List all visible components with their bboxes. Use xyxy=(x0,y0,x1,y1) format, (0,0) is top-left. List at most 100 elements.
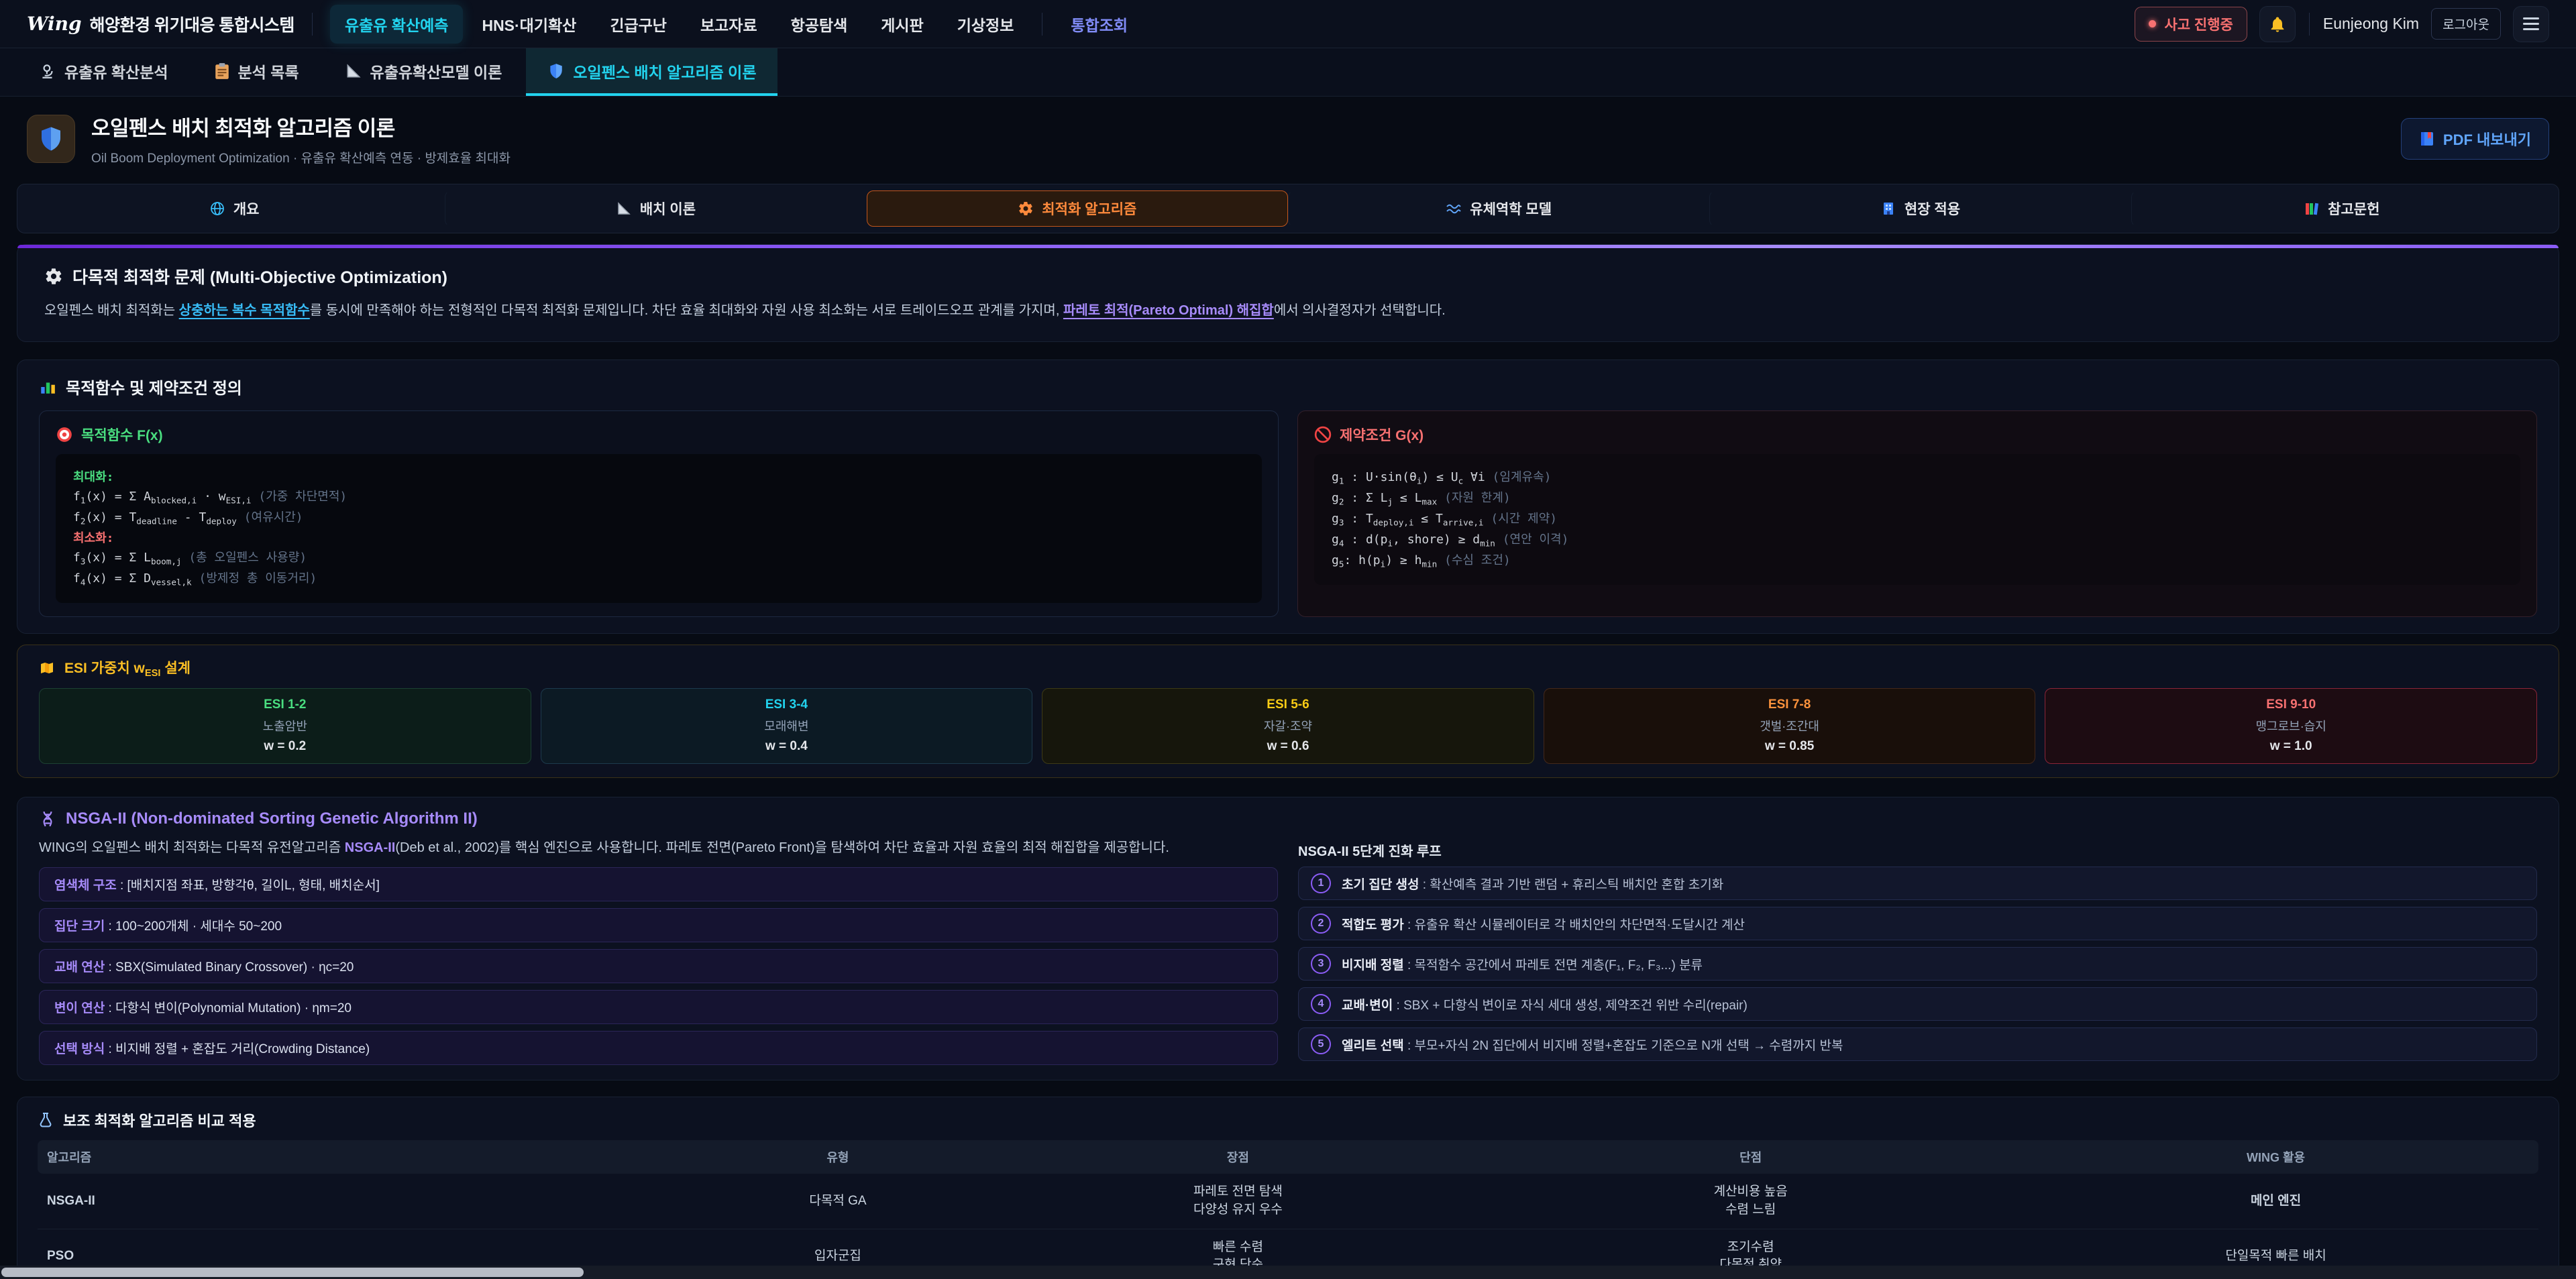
highlight-pareto-optimal: 파레토 최적(Pareto Optimal) 해집합 xyxy=(1063,303,1274,318)
formula-g2: g2 : Σ Lj ≤ Lmax (자원 한계) xyxy=(1332,488,2503,509)
esi-card-1-2: ESI 1-2 노출암반 w = 0.2 xyxy=(39,688,531,764)
esi-range: ESI 5-6 xyxy=(1048,698,1528,712)
nav-item-reports[interactable]: 보고자료 xyxy=(686,5,772,44)
section-tab-deployment-theory[interactable]: 배치 이론 xyxy=(445,190,866,227)
page-title: 오일펜스 배치 최적화 알고리즘 이론 xyxy=(91,111,511,142)
algorithm-cons: 계산비용 높음수렴 느림 xyxy=(1488,1174,2013,1229)
shield-icon xyxy=(547,62,565,80)
section-body: 오일펜스 배치 최적화는 상충하는 복수 목적함수를 동시에 만족해야 하는 전… xyxy=(44,300,2532,321)
algorithm-type: 다목적 GA xyxy=(688,1174,987,1229)
logout-button[interactable]: 로그아웃 xyxy=(2431,8,2501,40)
nsga-step-3: 3 비지배 정렬 : 목적함수 공간에서 파레토 전면 계층(F₁, F₂, F… xyxy=(1298,947,2537,981)
horizontal-scrollbar-thumb[interactable] xyxy=(1,1268,584,1277)
top-navigation-bar: Wing 해양환경 위기대응 통합시스템 유출유 확산예측 HNS·대기확산 긴… xyxy=(0,0,2576,48)
page-subtitle: Oil Boom Deployment Optimization · 유출유 확… xyxy=(91,148,511,166)
tab-boom-algorithm-theory[interactable]: 오일펜스 배치 알고리즘 이론 xyxy=(526,48,777,96)
esi-weight: w = 0.6 xyxy=(1048,739,1528,754)
nav-item-oil-spill-prediction[interactable]: 유출유 확산예측 xyxy=(330,5,464,44)
no-entry-icon xyxy=(1314,426,1332,443)
section-heading: 다목적 최적화 문제 (Multi-Objective Optimization… xyxy=(44,264,2532,288)
section-tab-optimization-algorithm[interactable]: 최적화 알고리즘 xyxy=(867,190,1288,227)
nsga-step-1: 1 초기 집단 생성 : 확산예측 결과 기반 랜덤 + 휴리스틱 배치안 혼합… xyxy=(1298,867,2537,900)
highlight-nsga2: NSGA-II xyxy=(345,840,396,855)
module-tab-bar: 유출유 확산분석 분석 목록 유출유확산모델 이론 오일펜스 배치 알고리즘 이… xyxy=(0,48,2576,97)
esi-card-7-8: ESI 7-8 갯벌·조간대 w = 0.85 xyxy=(1544,688,2036,764)
section-heading: 보조 최적화 알고리즘 비교 적용 xyxy=(38,1109,2538,1131)
nav-item-hns[interactable]: HNS·대기확산 xyxy=(467,5,591,44)
nsga-step-2: 2 적합도 평가 : 유출유 확산 시뮬레이터로 각 배치안의 차단면적·도달시… xyxy=(1298,907,2537,940)
tab-analysis-list[interactable]: 분석 목록 xyxy=(193,48,321,96)
minimize-label: 최소화: xyxy=(73,529,1244,548)
section-tab-overview[interactable]: 개요 xyxy=(23,190,445,227)
esi-shore-type: 모래해변 xyxy=(547,717,1027,734)
step-number-icon: 3 xyxy=(1311,954,1331,974)
page-icon-box xyxy=(27,115,75,163)
main-nav: 유출유 확산예측 HNS·대기확산 긴급구난 보고자료 항공탐색 게시판 기상정… xyxy=(330,5,1142,44)
menu-button[interactable] xyxy=(2513,6,2549,42)
nav-item-weather[interactable]: 기상정보 xyxy=(943,5,1029,44)
set-square-icon xyxy=(616,201,632,217)
divider xyxy=(2309,13,2310,36)
nsga-param-selection: 선택 방식 : 비지배 정렬 + 혼잡도 거리(Crowding Distanc… xyxy=(39,1031,1278,1065)
esi-weight: w = 0.85 xyxy=(1550,739,2030,754)
nsga-loop-title: NSGA-II 5단계 진화 루프 xyxy=(1298,838,2537,860)
esi-weight: w = 0.2 xyxy=(45,739,525,754)
nsga-param-population: 집단 크기 : 100~200개체 · 세대수 50~200 xyxy=(39,908,1278,942)
tab-spill-analysis[interactable]: 유출유 확산분석 xyxy=(17,48,190,96)
nsga2-section: NSGA-II (Non-dominated Sorting Genetic A… xyxy=(17,797,2559,1080)
pdf-export-button[interactable]: PDF 내보내기 xyxy=(2401,118,2549,160)
nav-item-board[interactable]: 게시판 xyxy=(866,5,938,44)
dna-icon xyxy=(39,810,56,828)
col-cons: 단점 xyxy=(1488,1140,2013,1174)
flask-icon xyxy=(38,1111,54,1129)
gear-icon xyxy=(1018,201,1034,217)
tab-label: 분석 목록 xyxy=(238,60,299,82)
nsga-param-crossover: 교배 연산 : SBX(Simulated Binary Crossover) … xyxy=(39,949,1278,983)
section-heading: ESI 가중치 wESI 설계 xyxy=(39,657,2537,679)
divider xyxy=(312,13,313,36)
hamburger-icon xyxy=(2523,17,2539,30)
nsga-intro: WING의 오일펜스 배치 최적화는 다목적 유전알고리즘 NSGA-II(De… xyxy=(39,838,1278,858)
esi-range: ESI 3-4 xyxy=(547,698,1027,712)
notifications-button[interactable] xyxy=(2259,6,2296,42)
incident-status-badge[interactable]: 사고 진행중 xyxy=(2135,7,2247,42)
app-logo[interactable]: Wing 해양환경 위기대응 통합시스템 xyxy=(27,12,294,36)
map-icon xyxy=(39,660,55,676)
nav-item-rescue[interactable]: 긴급구난 xyxy=(595,5,682,44)
tab-spill-model-theory[interactable]: 유출유확산모델 이론 xyxy=(323,48,524,96)
books-icon xyxy=(2304,201,2320,217)
bar-chart-icon xyxy=(39,378,56,396)
section-heading: NSGA-II (Non-dominated Sorting Genetic A… xyxy=(39,810,2537,828)
nav-item-aerial-search[interactable]: 항공탐색 xyxy=(776,5,863,44)
esi-weights-section: ESI 가중치 wESI 설계 ESI 1-2 노출암반 w = 0.2 ESI… xyxy=(17,645,2559,778)
section-tab-label: 개요 xyxy=(233,199,260,219)
esi-range: ESI 9-10 xyxy=(2051,698,2531,712)
table-header-row: 알고리즘 유형 장점 단점 WING 활용 xyxy=(38,1140,2538,1174)
constraint-formulas: g1 : U·sin(θi) ≤ Uc ∀i (임계유속) g2 : Σ Lj … xyxy=(1314,454,2520,585)
section-tab-field-application[interactable]: 현장 적용 xyxy=(1709,190,2131,227)
microscope-icon xyxy=(39,62,56,80)
logo-wing-mark: Wing xyxy=(27,13,82,35)
esi-shore-type: 자갈·조약 xyxy=(1048,717,1528,734)
formula-g5: g5: h(pi) ≥ hmin (수심 조건) xyxy=(1332,551,2503,571)
horizontal-scrollbar-track[interactable] xyxy=(0,1266,2576,1279)
constraints-panel: 제약조건 G(x) g1 : U·sin(θi) ≤ Uc ∀i (임계유속) … xyxy=(1297,410,2537,617)
esi-range: ESI 1-2 xyxy=(45,698,525,712)
section-tabs: 개요 배치 이론 최적화 알고리즘 유체역학 모델 현장 적용 참고문헌 xyxy=(17,184,2559,233)
page-title-block: 오일펜스 배치 최적화 알고리즘 이론 Oil Boom Deployment … xyxy=(91,111,511,166)
algorithm-pros: 파레토 전면 탐색다양성 유지 우수 xyxy=(988,1174,1489,1229)
section-title: 목적함수 및 제약조건 정의 xyxy=(66,375,242,398)
esi-weight: w = 1.0 xyxy=(2051,739,2531,754)
section-heading: 목적함수 및 제약조건 정의 xyxy=(39,375,2537,398)
gear-icon xyxy=(44,267,63,286)
col-type: 유형 xyxy=(688,1140,987,1174)
user-name: Eunjeong Kim xyxy=(2323,15,2419,33)
nav-item-integrated-search[interactable]: 통합조회 xyxy=(1056,5,1142,44)
formula-f4: f4(x) = Σ Dvessel,k (방제정 총 이동거리) xyxy=(73,569,1244,590)
section-tab-hydrodynamics[interactable]: 유체역학 모델 xyxy=(1288,190,1709,227)
section-tab-references[interactable]: 참고문헌 xyxy=(2131,190,2553,227)
globe-icon xyxy=(209,201,225,217)
section-title: NSGA-II (Non-dominated Sorting Genetic A… xyxy=(66,810,478,828)
nsga-loop-column: NSGA-II 5단계 진화 루프 1 초기 집단 생성 : 확산예측 결과 기… xyxy=(1298,838,2537,1065)
tab-label: 오일펜스 배치 알고리즘 이론 xyxy=(573,60,756,82)
